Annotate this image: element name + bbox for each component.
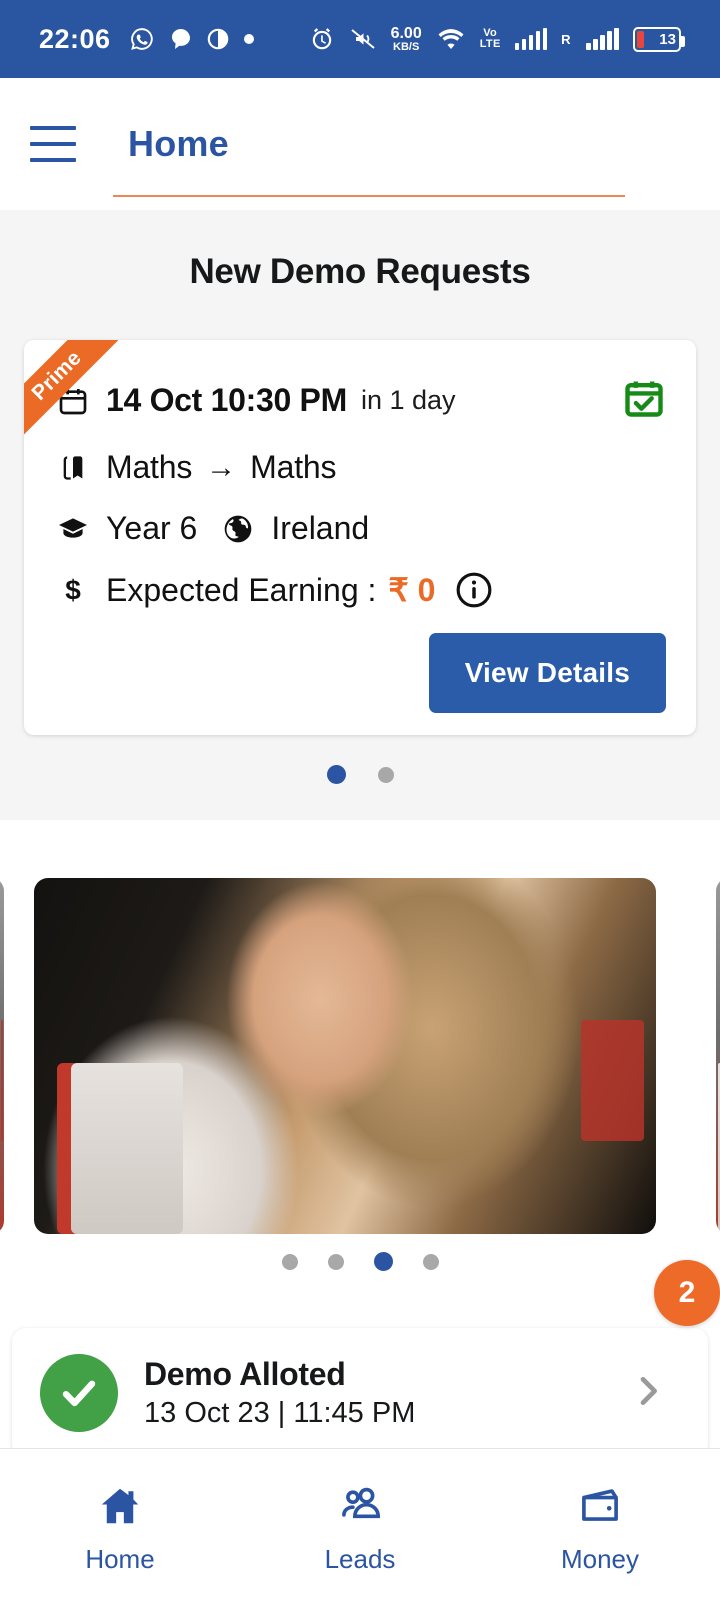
network-speed-value: 6.00 xyxy=(390,24,422,42)
app-header: Home xyxy=(0,78,720,210)
subject-arrow-icon: → xyxy=(206,450,237,484)
volte-label-bottom: LTE xyxy=(479,38,501,50)
wallet-icon xyxy=(577,1483,623,1534)
nav-item-money[interactable]: Money xyxy=(480,1449,720,1600)
carousel-track xyxy=(0,878,720,1234)
dot-icon xyxy=(243,33,255,45)
home-icon xyxy=(97,1483,143,1534)
nav-label-leads: Leads xyxy=(324,1543,396,1574)
tab-indicator xyxy=(113,195,625,197)
nav-label-home: Home xyxy=(85,1543,155,1574)
roaming-label: R xyxy=(561,31,571,47)
chevron-right-icon[interactable] xyxy=(628,1371,668,1416)
network-speed-indicator: 6.00 KB/S xyxy=(390,24,422,53)
globe-icon xyxy=(219,513,257,545)
alarm-icon xyxy=(309,26,335,52)
notification-title: Demo Alloted xyxy=(144,1356,346,1392)
roaming-signal-icon xyxy=(586,28,619,50)
volte-icon: Vo LTE xyxy=(480,28,501,50)
hamburger-menu-icon[interactable] xyxy=(30,126,76,162)
carousel-slide-active[interactable] xyxy=(34,878,656,1234)
carousel-slide-previous[interactable] xyxy=(0,878,4,1234)
pagination-dot[interactable] xyxy=(377,766,394,783)
demo-card-grade-row: Year 6 Ireland xyxy=(54,510,666,547)
green-check-circle-icon xyxy=(40,1354,118,1432)
signal-bars-icon xyxy=(514,28,548,50)
demo-card-datetime-row: 14 Oct 10:30 PM in 1 day xyxy=(54,376,666,425)
demo-card-actions: View Details xyxy=(54,633,666,713)
nav-item-leads[interactable]: Leads xyxy=(240,1449,480,1600)
nav-label-money: Money xyxy=(560,1543,640,1574)
bottom-navigation-bar: Home Leads Money xyxy=(0,1448,720,1600)
whatsapp-icon xyxy=(129,26,155,52)
expected-earning-value: ₹ 0 xyxy=(388,572,436,608)
demo-carousel-pagination xyxy=(0,765,720,784)
dollar-icon: $ xyxy=(54,574,92,606)
hamburger-bar xyxy=(30,158,76,162)
graduation-cap-icon xyxy=(54,513,92,545)
demo-card-earning-row: $ Expected Earning : ₹ 0 xyxy=(54,571,666,609)
demo-grade: Year 6 xyxy=(106,510,198,546)
pagination-dot[interactable] xyxy=(373,1252,393,1271)
carousel-slide-next[interactable] xyxy=(716,878,720,1234)
book-icon xyxy=(54,454,92,482)
contrast-icon xyxy=(207,28,229,50)
promo-image-carousel[interactable] xyxy=(0,820,720,1290)
chat-bubble-icon xyxy=(169,27,193,51)
notification-badge[interactable]: 2 xyxy=(654,1260,720,1326)
svg-text:$: $ xyxy=(65,574,81,605)
demo-date: 14 Oct 10:30 PM xyxy=(106,382,347,418)
demo-subject-from: Maths xyxy=(106,449,193,485)
notification-card[interactable]: Demo Alloted 13 Oct 23 | 11:45 PM xyxy=(12,1328,708,1458)
demo-card-subject-row: Maths → Maths xyxy=(54,449,666,486)
info-circle-icon[interactable] xyxy=(455,571,493,609)
status-bar: 22:06 6.00 KB/S Vo LTE R 13 xyxy=(0,0,720,78)
demo-relative-time: in 1 day xyxy=(360,385,456,415)
battery-icon: 13 xyxy=(632,26,685,52)
status-bar-clock: 22:06 xyxy=(39,23,111,54)
battery-fill xyxy=(636,30,644,48)
mute-icon xyxy=(349,26,377,52)
demo-subject-to: Maths xyxy=(250,449,337,485)
page-title: Home xyxy=(128,123,229,164)
hamburger-bar xyxy=(30,142,76,146)
demo-country: Ireland xyxy=(271,510,370,546)
pagination-dot[interactable] xyxy=(281,1253,298,1270)
section-title: New Demo Requests xyxy=(189,252,531,291)
carousel-image xyxy=(716,878,720,1234)
carousel-image xyxy=(34,878,656,1234)
calendar-check-icon[interactable] xyxy=(622,376,666,425)
carousel-image xyxy=(0,878,4,1234)
new-demo-requests-section: New Demo Requests Prime 14 Oct 10:30 PM … xyxy=(0,210,720,820)
notification-section: 2 Demo Alloted 13 Oct 23 | 11:45 PM xyxy=(0,1260,720,1458)
demo-request-card[interactable]: Prime 14 Oct 10:30 PM in 1 day Maths → M… xyxy=(24,340,696,735)
pagination-dot[interactable] xyxy=(422,1253,439,1270)
people-icon xyxy=(337,1483,383,1534)
view-details-button[interactable]: View Details xyxy=(428,633,666,713)
wifi-icon xyxy=(436,27,466,51)
network-speed-unit: KB/S xyxy=(393,40,420,53)
pagination-dot[interactable] xyxy=(327,1253,344,1270)
notification-text: Demo Alloted 13 Oct 23 | 11:45 PM xyxy=(144,1356,415,1430)
image-carousel-pagination xyxy=(0,1252,720,1271)
hamburger-bar xyxy=(30,126,76,130)
notification-timestamp: 13 Oct 23 | 11:45 PM xyxy=(144,1397,416,1429)
pagination-dot[interactable] xyxy=(326,765,346,784)
nav-item-home[interactable]: Home xyxy=(0,1449,240,1600)
battery-level: 13 xyxy=(659,30,676,48)
expected-earning-label: Expected Earning : xyxy=(106,571,377,608)
